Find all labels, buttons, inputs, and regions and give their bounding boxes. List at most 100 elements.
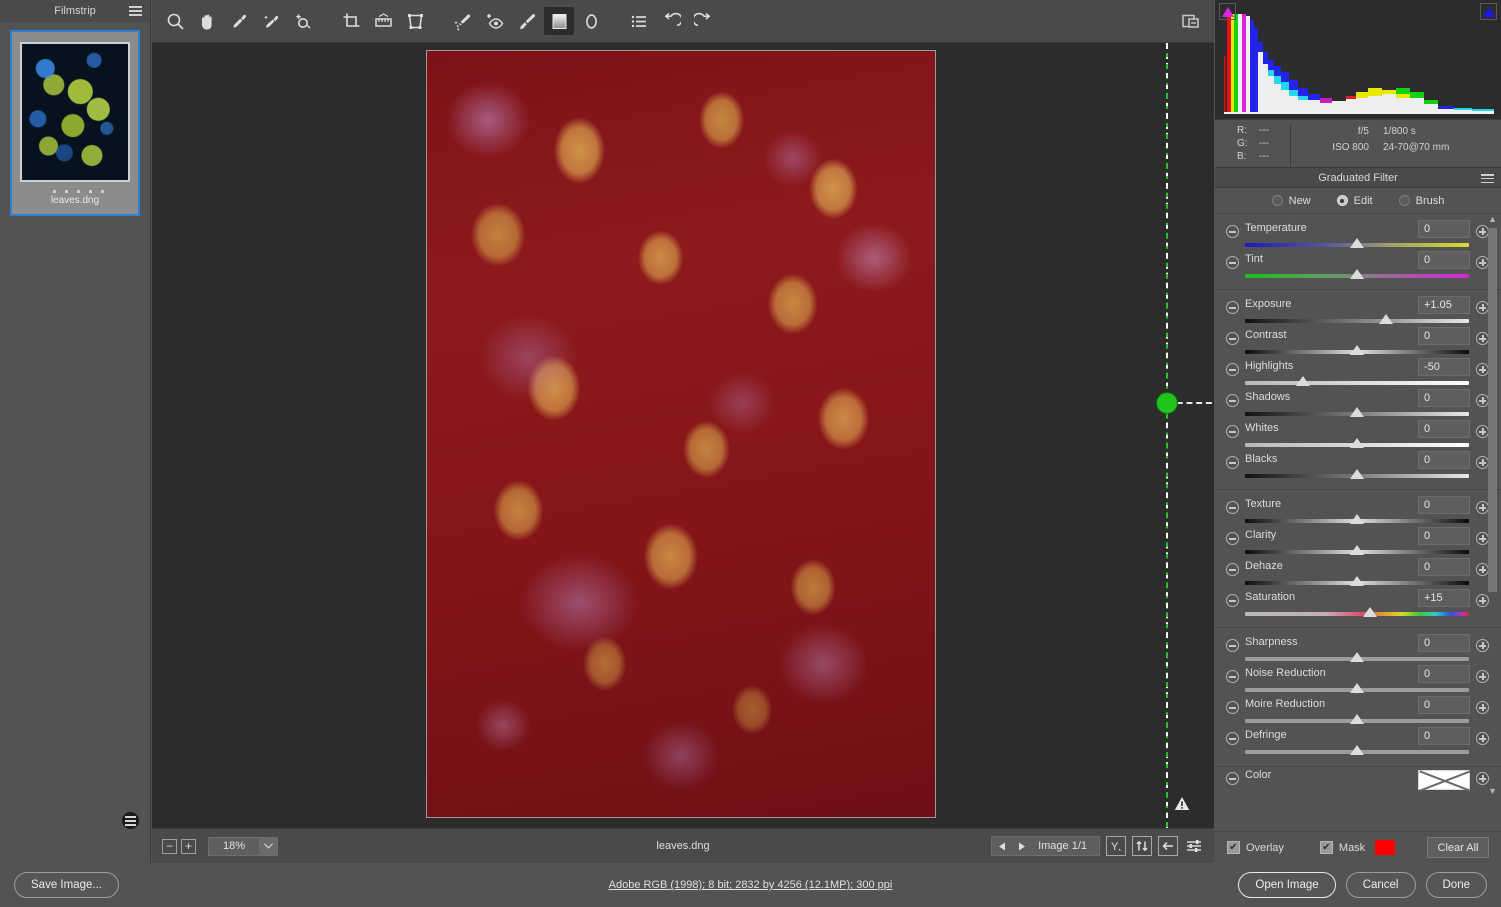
slider-row-clarity[interactable]: Clarity 0 <box>1215 527 1501 558</box>
toggle-fullscreen-icon[interactable] <box>1176 8 1206 36</box>
saturation-decrease-button[interactable] <box>1226 594 1239 607</box>
exposure-track[interactable] <box>1245 319 1469 323</box>
slider-row-noise-reduction[interactable]: Noise Reduction 0 <box>1215 665 1501 696</box>
filmstrip-thumbnail-image[interactable] <box>20 42 130 182</box>
sharpness-thumb[interactable] <box>1350 652 1364 662</box>
preview-image[interactable] <box>426 50 936 818</box>
slider-row-tint[interactable]: Tint 0 <box>1215 251 1501 282</box>
clarity-value[interactable]: 0 <box>1418 527 1470 545</box>
temperature-value[interactable]: 0 <box>1418 220 1470 238</box>
contrast-value[interactable]: 0 <box>1418 327 1470 345</box>
mask-color-swatch[interactable] <box>1375 840 1396 855</box>
color-sampler-tool[interactable] <box>256 7 286 35</box>
dehaze-thumb[interactable] <box>1350 576 1364 586</box>
shadow-clipping-warning[interactable] <box>1219 3 1236 20</box>
defringe-value[interactable]: 0 <box>1418 727 1470 745</box>
slider-row-whites[interactable]: Whites 0 <box>1215 420 1501 451</box>
zoom-out-button[interactable]: − <box>162 838 177 854</box>
whites-thumb[interactable] <box>1350 438 1364 448</box>
highlights-thumb[interactable] <box>1296 376 1311 386</box>
slider-row-shadows[interactable]: Shadows 0 <box>1215 389 1501 420</box>
previous-image-button[interactable] <box>992 837 1012 855</box>
dehaze-decrease-button[interactable] <box>1226 563 1239 576</box>
adjustment-brush-tool[interactable] <box>512 7 542 35</box>
targeted-adjustment-tool[interactable] <box>288 7 318 35</box>
shadows-value[interactable]: 0 <box>1418 389 1470 407</box>
preview-toggle-button[interactable]: Y <box>1106 836 1126 856</box>
straighten-tool[interactable] <box>368 7 398 35</box>
radio-new[interactable]: New <box>1271 195 1311 207</box>
chevron-down-icon[interactable]: ▼ <box>1488 786 1497 798</box>
texture-value[interactable]: 0 <box>1418 496 1470 514</box>
open-image-button[interactable]: Open Image <box>1238 872 1336 898</box>
zoom-in-button[interactable]: + <box>181 838 196 854</box>
highlights-value[interactable]: -50 <box>1418 358 1470 376</box>
moire-reduction-thumb[interactable] <box>1350 714 1364 724</box>
exposure-thumb[interactable] <box>1379 314 1394 324</box>
graduated-filter-start-line[interactable] <box>1166 43 1168 828</box>
radio-edit[interactable]: Edit <box>1336 195 1373 207</box>
crop-tool[interactable] <box>336 7 366 35</box>
white-balance-tool[interactable] <box>224 7 254 35</box>
defringe-thumb[interactable] <box>1350 745 1364 755</box>
contrast-thumb[interactable] <box>1350 345 1364 355</box>
hamburger-menu-icon[interactable] <box>129 6 142 16</box>
panel-scrollbar[interactable]: ▲ ▼ <box>1486 214 1499 798</box>
presets-tool[interactable] <box>624 7 654 35</box>
redo-tool[interactable] <box>688 7 718 35</box>
slider-row-exposure[interactable]: Exposure +1.05 <box>1215 296 1501 327</box>
slider-row-defringe[interactable]: Defringe 0 <box>1215 727 1501 758</box>
exposure-decrease-button[interactable] <box>1226 301 1239 314</box>
rating-dots[interactable] <box>16 190 134 193</box>
noise-reduction-thumb[interactable] <box>1350 683 1364 693</box>
whites-decrease-button[interactable] <box>1226 425 1239 438</box>
slider-row-contrast[interactable]: Contrast 0 <box>1215 327 1501 358</box>
slider-row-temperature[interactable]: Temperature 0 <box>1215 220 1501 251</box>
slider-row-moire-reduction[interactable]: Moire Reduction 0 <box>1215 696 1501 727</box>
mask-checkbox[interactable]: ✔ Mask <box>1319 841 1365 854</box>
filmstrip-item[interactable]: leaves.dng <box>10 30 140 829</box>
temperature-decrease-button[interactable] <box>1226 225 1239 238</box>
image-canvas[interactable] <box>152 43 1214 828</box>
clarity-thumb[interactable] <box>1350 545 1364 555</box>
noise-reduction-value[interactable]: 0 <box>1418 665 1470 683</box>
clear-all-button[interactable]: Clear All <box>1427 837 1489 858</box>
sharpness-decrease-button[interactable] <box>1226 639 1239 652</box>
copy-settings-button[interactable] <box>1158 836 1178 856</box>
blacks-decrease-button[interactable] <box>1226 456 1239 469</box>
red-eye-tool[interactable] <box>480 7 510 35</box>
graduated-filter-tool[interactable] <box>544 7 574 35</box>
zoom-level-select[interactable]: 18% <box>208 836 278 856</box>
color-slider-row[interactable]: Color <box>1215 766 1501 796</box>
contrast-decrease-button[interactable] <box>1226 332 1239 345</box>
moire-reduction-decrease-button[interactable] <box>1226 701 1239 714</box>
hand-tool[interactable] <box>192 7 222 35</box>
highlights-track[interactable] <box>1245 381 1469 385</box>
slider-row-highlights[interactable]: Highlights -50 <box>1215 358 1501 389</box>
temperature-thumb[interactable] <box>1350 238 1364 248</box>
scrollbar-thumb[interactable] <box>1488 228 1497 592</box>
tint-value[interactable]: 0 <box>1418 251 1470 269</box>
panel-menu-icon[interactable] <box>1481 174 1494 183</box>
shadows-thumb[interactable] <box>1350 407 1364 417</box>
chevron-down-icon[interactable] <box>259 837 277 855</box>
chevron-up-icon[interactable]: ▲ <box>1488 214 1497 226</box>
color-swatch[interactable] <box>1418 770 1470 790</box>
shadows-decrease-button[interactable] <box>1226 394 1239 407</box>
zoom-tool[interactable] <box>160 7 190 35</box>
slider-row-texture[interactable]: Texture 0 <box>1215 496 1501 527</box>
saturation-track[interactable] <box>1245 612 1469 616</box>
blacks-thumb[interactable] <box>1350 469 1364 479</box>
done-button[interactable]: Done <box>1425 872 1487 898</box>
tint-decrease-button[interactable] <box>1226 256 1239 269</box>
saturation-value[interactable]: +15 <box>1418 589 1470 607</box>
slider-row-blacks[interactable]: Blacks 0 <box>1215 451 1501 482</box>
sharpness-value[interactable]: 0 <box>1418 634 1470 652</box>
slider-row-dehaze[interactable]: Dehaze 0 <box>1215 558 1501 589</box>
saturation-thumb[interactable] <box>1363 607 1378 617</box>
dehaze-value[interactable]: 0 <box>1418 558 1470 576</box>
slider-row-sharpness[interactable]: Sharpness 0 <box>1215 634 1501 665</box>
graduated-filter-start-pin[interactable] <box>1156 392 1178 414</box>
clarity-decrease-button[interactable] <box>1226 532 1239 545</box>
noise-reduction-decrease-button[interactable] <box>1226 670 1239 683</box>
